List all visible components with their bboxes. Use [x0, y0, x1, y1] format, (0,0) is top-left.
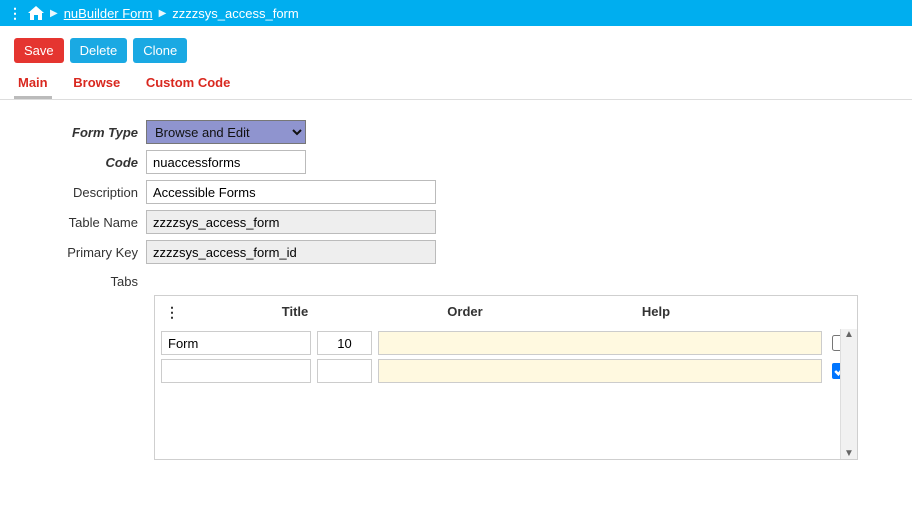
subgrid-scrollbar[interactable]: ▲ ▼ — [840, 329, 857, 459]
form-area: Form Type Browse and Edit Code Descripti… — [0, 100, 912, 500]
delete-button[interactable]: Delete — [70, 38, 128, 63]
label-code: Code — [16, 155, 146, 170]
breadcrumb-current: zzzzsys_access_form — [172, 6, 298, 21]
subgrid-row — [155, 357, 857, 385]
subgrid-order-input[interactable] — [317, 359, 372, 383]
form-type-select[interactable]: Browse and Edit — [146, 120, 306, 144]
label-description: Description — [16, 185, 146, 200]
subgrid-help-input[interactable] — [378, 331, 822, 355]
label-table-name: Table Name — [16, 215, 146, 230]
subgrid-row — [155, 329, 857, 357]
label-primary-key: Primary Key — [16, 245, 146, 260]
tabs-subgrid: ⋮ Title Order Help ▲ ▼ — [154, 295, 858, 460]
primary-key-input[interactable] — [146, 240, 436, 264]
scroll-up-icon[interactable]: ▲ — [844, 329, 854, 340]
subgrid-order-input[interactable] — [317, 331, 372, 355]
tab-main[interactable]: Main — [14, 69, 52, 99]
save-button[interactable]: Save — [14, 38, 64, 63]
label-tabs: Tabs — [16, 270, 146, 289]
scroll-down-icon[interactable]: ▼ — [844, 448, 854, 459]
tab-custom-code[interactable]: Custom Code — [142, 69, 235, 96]
subgrid-col-help: Help — [495, 304, 817, 319]
subgrid-options-icon[interactable]: ⋮ — [165, 304, 179, 321]
options-menu-icon[interactable]: ⋮ — [8, 5, 22, 22]
table-name-input[interactable] — [146, 210, 436, 234]
subgrid-title-input[interactable] — [161, 331, 311, 355]
description-input[interactable] — [146, 180, 436, 204]
tab-browse[interactable]: Browse — [69, 69, 124, 96]
subgrid-col-title: Title — [215, 304, 375, 319]
subgrid-header: ⋮ Title Order Help — [155, 300, 857, 329]
chevron-right-icon: ▶ — [50, 8, 58, 19]
clone-button[interactable]: Clone — [133, 38, 187, 63]
chevron-right-icon: ▶ — [159, 8, 167, 19]
subgrid-title-input[interactable] — [161, 359, 311, 383]
home-icon[interactable] — [28, 6, 44, 20]
label-form-type: Form Type — [16, 125, 146, 140]
subgrid-body: ▲ ▼ — [155, 329, 857, 459]
subgrid-help-input[interactable] — [378, 359, 822, 383]
code-input[interactable] — [146, 150, 306, 174]
action-toolbar: Save Delete Clone — [0, 26, 912, 69]
subgrid-col-order: Order — [435, 304, 495, 319]
breadcrumb-link-nubuilder-form[interactable]: nuBuilder Form — [64, 6, 153, 21]
breadcrumb-bar: ⋮ ▶ nuBuilder Form ▶ zzzzsys_access_form — [0, 0, 912, 26]
form-tabs: Main Browse Custom Code — [0, 69, 912, 100]
